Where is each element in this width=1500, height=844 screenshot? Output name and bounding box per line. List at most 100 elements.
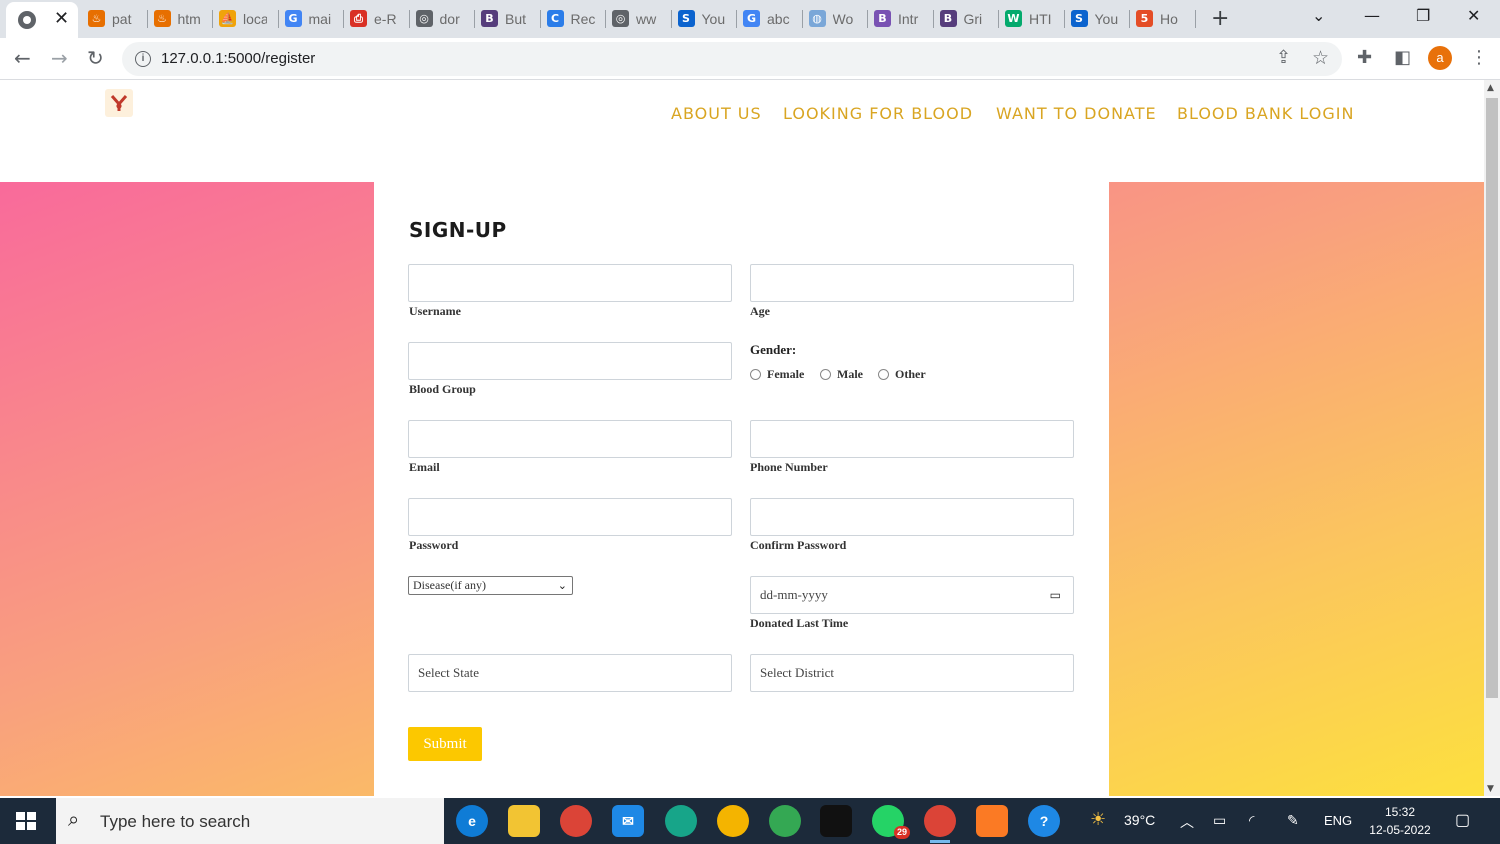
browser-tab[interactable]: Gabc (737, 4, 803, 34)
pma-icon: ⛵ (219, 10, 236, 27)
s-icon: S (1070, 10, 1088, 27)
help-icon[interactable]: ? (1028, 805, 1060, 837)
tab-active[interactable]: ✕ (6, 2, 78, 38)
mail-icon[interactable]: ✉ (612, 805, 644, 837)
browser-tab[interactable]: B Gri (934, 4, 999, 34)
whatsapp-badge: 29 (893, 826, 910, 839)
blood-drop-logo-icon (110, 95, 128, 111)
browser-tab[interactable]: Gmai (279, 4, 344, 34)
browser-tab[interactable]: ⛵ loca (213, 4, 279, 34)
minimize-button[interactable]: — (1364, 6, 1380, 25)
tab-label: Ho (1160, 11, 1178, 27)
phone-number-input[interactable] (750, 420, 1074, 458)
browser-tab[interactable]: ⎙ e-R (344, 4, 410, 34)
java-icon: ♨ (153, 10, 171, 27)
windows-start-button[interactable] (16, 812, 36, 830)
share-icon[interactable]: ⇪ (1276, 47, 1291, 68)
select-district-input[interactable]: Select District (750, 654, 1074, 692)
weather-sun-icon[interactable]: ☀ (1090, 809, 1106, 830)
radio-circle[interactable] (820, 369, 831, 380)
weather-temp[interactable]: 39°C (1124, 812, 1155, 828)
globe-icon: ◎ (415, 10, 433, 27)
browser-tab[interactable]: S You (672, 4, 737, 34)
browser-tab[interactable]: ♨ htm (148, 4, 213, 34)
file-explorer-icon[interactable] (508, 805, 540, 837)
whatsapp-icon[interactable]: 29 (872, 805, 910, 839)
nav-looking-for-blood[interactable]: LOOKING FOR BLOOD (783, 104, 973, 123)
nav-about-us[interactable]: ABOUT US (671, 104, 762, 123)
browser-tab[interactable]: ◍ Wo (803, 4, 868, 34)
blood-group-input[interactable] (408, 342, 732, 380)
radio-label: Female (767, 367, 805, 381)
wifi-icon[interactable]: ◜ (1249, 812, 1254, 829)
tab-label: Gri (963, 11, 983, 27)
bookmark-star-icon[interactable]: ☆ (1312, 47, 1329, 69)
scroll-down-arrow-icon[interactable]: ▼ (1487, 784, 1494, 794)
browser-tab[interactable]: W HTI (999, 4, 1065, 34)
radio-circle[interactable] (878, 369, 889, 380)
address-bar[interactable]: i 127.0.0.1:5000/register ⇪ ☆ (122, 42, 1342, 76)
browser-tab[interactable]: C Rec (541, 4, 606, 34)
tab-label: But (505, 11, 527, 27)
nav-blood-bank-login[interactable]: BLOOD BANK LOGIN (1177, 104, 1354, 123)
donated-date-input[interactable]: dd-mm-yyyy ▭ (750, 576, 1074, 614)
browser-tab[interactable]: B Intr (868, 4, 934, 34)
forward-button[interactable]: → (51, 46, 68, 70)
sticky-app-icon[interactable] (717, 805, 749, 837)
submit-button[interactable]: Submit (408, 727, 482, 761)
password-input[interactable] (408, 498, 732, 536)
tab-search-icon[interactable]: ⌄ (1312, 6, 1325, 25)
tab-label: HTI (1029, 11, 1052, 27)
close-tab-icon[interactable]: ✕ (54, 8, 69, 29)
tab-label: e-R (374, 11, 397, 27)
site-info-icon[interactable]: i (135, 51, 151, 67)
calendar-icon[interactable]: ▭ (1050, 577, 1061, 613)
browser-tab[interactable]: ◎ ww (606, 4, 672, 34)
windows-taskbar: ⌕ Type here to search e ✉ 29 ? ☀ 39°C ︿ … (0, 798, 1500, 844)
tab-separator (1194, 10, 1196, 28)
language-indicator[interactable]: ENG (1324, 813, 1352, 828)
back-button[interactable]: ← (14, 46, 31, 70)
side-panel-icon[interactable]: ◧ (1394, 47, 1411, 68)
maximize-button[interactable]: ❐ (1416, 6, 1430, 25)
pen-icon[interactable]: ✎ (1287, 812, 1299, 829)
new-tab-button[interactable]: + (1211, 6, 1229, 31)
chatgpt-icon[interactable] (665, 805, 697, 837)
page-scrollbar[interactable]: ▲ ▼ (1484, 80, 1500, 796)
confirm-password-input[interactable] (750, 498, 1074, 536)
site-logo[interactable] (105, 89, 133, 117)
menu-kebab-icon[interactable]: ⋮ (1470, 47, 1488, 68)
close-window-button[interactable]: ✕ (1467, 6, 1480, 25)
nav-want-to-donate[interactable]: WANT TO DONATE (996, 104, 1157, 123)
url-text[interactable]: 127.0.0.1:5000/register (161, 50, 315, 67)
notification-icon[interactable]: ▢ (1455, 810, 1470, 830)
extensions-puzzle-icon[interactable]: ✚ (1357, 47, 1372, 68)
chrome-active-icon[interactable] (924, 805, 956, 843)
chrome-icon[interactable] (560, 805, 592, 837)
age-input[interactable] (750, 264, 1074, 302)
radio-circle[interactable] (750, 369, 761, 380)
chrome-profile-icon[interactable] (769, 805, 801, 837)
browser-tab[interactable]: B But (475, 4, 541, 34)
browser-tab[interactable]: ◎ dor (410, 4, 475, 34)
browser-tab[interactable]: ♨ pat (82, 4, 148, 34)
disease-select[interactable]: Disease(if any) ⌄ (408, 576, 573, 595)
select-state-input[interactable]: Select State (408, 654, 732, 692)
terminal-icon[interactable] (820, 805, 852, 837)
scroll-up-arrow-icon[interactable]: ▲ (1487, 83, 1494, 93)
tray-expand-icon[interactable]: ︿ (1180, 812, 1194, 832)
email-input[interactable] (408, 420, 732, 458)
profile-avatar[interactable]: a (1428, 46, 1452, 70)
page-viewport: ABOUT US LOOKING FOR BLOOD WANT TO DONAT… (0, 80, 1484, 796)
xampp-icon[interactable] (976, 805, 1008, 837)
battery-icon[interactable]: ▭ (1213, 812, 1226, 829)
username-input[interactable] (408, 264, 732, 302)
email-label: Email (409, 460, 440, 474)
browser-tab[interactable]: S You (1065, 4, 1130, 34)
browser-tab[interactable]: 5 Ho (1130, 4, 1196, 34)
reload-button[interactable]: ↻ (87, 46, 104, 70)
taskbar-search-box[interactable]: ⌕ Type here to search (56, 798, 444, 844)
scrollbar-thumb[interactable] (1486, 98, 1498, 698)
clock[interactable]: 15:32 12-05-2022 (1365, 803, 1435, 839)
edge-icon[interactable]: e (456, 805, 488, 837)
